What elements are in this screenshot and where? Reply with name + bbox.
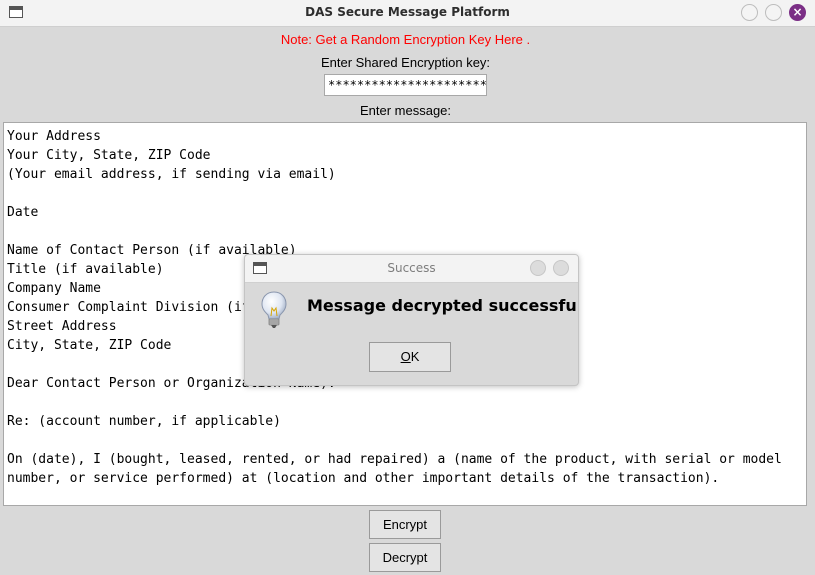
message-line (7, 431, 803, 450)
message-line: (Your email address, if sending via emai… (7, 167, 336, 182)
close-button[interactable]: × (789, 4, 806, 21)
message-line: Re: (account number, if applicable) (7, 414, 281, 429)
message-label: Enter message: (359, 103, 452, 118)
encryption-key-input[interactable]: ********************** (324, 74, 487, 96)
success-dialog: Success Message decrypted successfully! … (244, 254, 579, 386)
message-line: On (date), I (bought, leased, rented, or… (7, 452, 782, 467)
dialog-close-button[interactable] (553, 260, 569, 276)
dialog-minimize-button[interactable] (530, 260, 546, 276)
message-line: Your City, State, ZIP Code (7, 148, 211, 163)
window-title: DAS Secure Message Platform (305, 5, 510, 19)
dialog-title: Success (387, 261, 436, 275)
message-line (7, 222, 803, 241)
message-line: Your Address (7, 129, 101, 144)
ok-mnemonic: O (400, 349, 411, 364)
message-line: Date (7, 205, 39, 220)
ok-label-rest: K (410, 349, 420, 364)
ok-button[interactable]: OK (369, 342, 451, 372)
maximize-button[interactable] (765, 4, 782, 21)
dialog-message: Message decrypted successfully! (307, 296, 579, 315)
message-line (7, 184, 803, 203)
close-icon: × (792, 5, 803, 19)
message-line (7, 393, 803, 412)
message-line: number, or service performed) at (locati… (7, 471, 720, 486)
dialog-titlebar: Success (245, 255, 578, 283)
random-key-note[interactable]: Note: Get a Random Encryption Key Here . (3, 32, 808, 47)
minimize-button[interactable] (741, 4, 758, 21)
encrypt-button[interactable]: Encrypt (369, 510, 441, 539)
lightbulb-icon (261, 291, 287, 328)
decrypt-button[interactable]: Decrypt (369, 543, 441, 572)
window-titlebar: DAS Secure Message Platform × (0, 0, 815, 27)
key-label: Enter Shared Encryption key: (320, 55, 491, 70)
